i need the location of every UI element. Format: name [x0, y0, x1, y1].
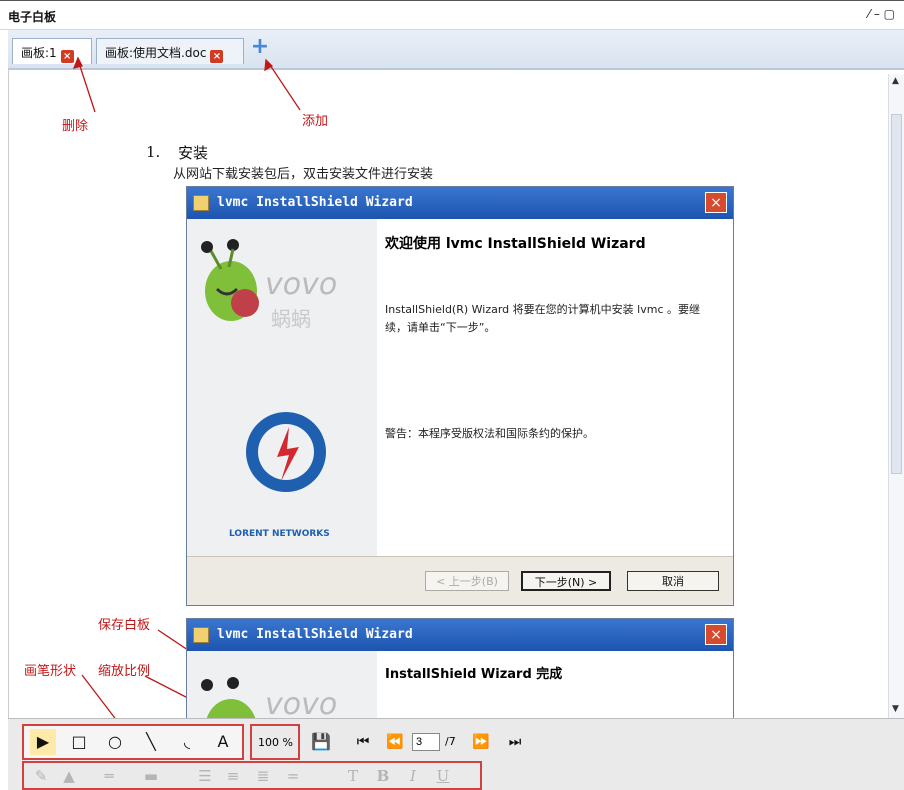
wizard-titlebar: lvmc InstallShield Wizard × [187, 619, 733, 651]
wizard-main-panel: InstallShield Wizard 完成 [377, 651, 733, 718]
company-name: LORENT NETWORKS [229, 529, 330, 539]
zoom-value[interactable]: 100 % [258, 736, 293, 749]
installer-screenshot-1: lvmc InstallShield Wizard × vovo 蜗蜗 LORE… [186, 186, 734, 606]
align-left-icon[interactable]: ☰ [192, 763, 218, 789]
eyedropper-icon[interactable]: ✎ [28, 763, 54, 789]
next-page-icon[interactable]: ⏩ [468, 729, 494, 755]
brand-logo-cn: 蜗蜗 [271, 307, 311, 331]
italic-icon[interactable]: I [400, 763, 426, 789]
wizard-back-button: < 上一步(B) [425, 571, 509, 591]
zoom-group: 100 % [250, 724, 300, 760]
align-center-icon[interactable]: ≡ [220, 763, 246, 789]
wizard-footer: < 上一步(B) 下一步(N) > 取消 [187, 556, 733, 605]
justify-icon[interactable]: = [280, 763, 306, 789]
paragraph: 从网站下载安装包后，双击安装文件进行安装 [173, 167, 434, 182]
underline-icon[interactable]: U [430, 763, 456, 789]
select-arrow-icon[interactable]: ▶ [30, 729, 56, 755]
installer-icon [193, 627, 209, 643]
annotation-save: 保存白板 [98, 618, 151, 633]
wizard-titlebar: lvmc InstallShield Wizard × [187, 187, 733, 219]
ellipse-tool-icon[interactable]: ○ [102, 729, 128, 755]
heading-number: 1. [146, 143, 161, 161]
rectangle-tool-icon[interactable]: □ [66, 729, 92, 755]
text-tool-icon[interactable]: A [210, 729, 236, 755]
bottom-toolbar: ▶ □ ○ ╲ ◟ A 100 % 💾 ⏮ ⏪ /7 ⏩ ⏭ ✎ ▲ ═ ▬ ☰… [8, 718, 904, 790]
annotation-zoom: 缩放比例 [98, 664, 151, 679]
page-number-input[interactable] [412, 733, 440, 751]
annotation-delete: 删除 [62, 119, 89, 134]
annotation-pen-shape: 画笔形状 [24, 664, 77, 679]
wizard-close-icon: × [705, 624, 727, 645]
installer-icon [193, 195, 209, 211]
wizard-side-panel: vovo [187, 651, 377, 718]
company-logo-icon [246, 412, 326, 492]
snail-mascot-icon [201, 677, 256, 718]
line-style-icon[interactable]: ═ [96, 763, 122, 789]
wizard-title: lvmc InstallShield Wizard [217, 627, 413, 642]
curve-tool-icon[interactable]: ◟ [174, 729, 200, 755]
page-total: /7 [445, 735, 456, 748]
pen-shape-group: ▶ □ ○ ╲ ◟ A [22, 724, 244, 760]
wizard-next-button: 下一步(N) > [521, 571, 611, 591]
font-icon[interactable]: T [340, 763, 366, 789]
wizard-welcome: 欢迎使用 lvmc InstallShield Wizard [385, 236, 646, 252]
first-page-icon[interactable]: ⏮ [350, 729, 376, 755]
fill-color-icon[interactable]: ▬ [138, 763, 164, 789]
last-page-icon[interactable]: ⏭ [502, 729, 528, 755]
brand-logo-text: vovo [265, 267, 338, 302]
annotation-add: 添加 [302, 114, 329, 129]
wizard-side-panel: vovo 蜗蜗 LORENT NETWORKS [187, 219, 377, 557]
line-tool-icon[interactable]: ╲ [138, 729, 164, 755]
heading-text: 安装 [178, 144, 209, 162]
wizard-main-panel: 欢迎使用 lvmc InstallShield Wizard InstallSh… [377, 219, 733, 557]
wizard-warning: 警告：本程序受版权法和国际条约的保护。 [385, 427, 594, 440]
installer-screenshot-2: lvmc InstallShield Wizard × vovo Install… [186, 618, 734, 718]
wizard-cancel-button: 取消 [627, 571, 719, 591]
properties-group: ✎ ▲ ═ ▬ ☰ ≡ ≣ = T B I U [22, 761, 482, 790]
wizard-title: lvmc InstallShield Wizard [217, 195, 413, 210]
align-right-icon[interactable]: ≣ [250, 763, 276, 789]
wizard-finish-heading: InstallShield Wizard 完成 [385, 667, 563, 682]
fill-icon[interactable]: ▲ [56, 763, 82, 789]
snail-mascot-icon [201, 239, 259, 321]
brand-logo-text: vovo [265, 687, 338, 718]
wizard-close-icon: × [705, 192, 727, 213]
previous-page-icon[interactable]: ⏪ [382, 729, 408, 755]
save-whiteboard-icon[interactable]: 💾 [308, 729, 334, 755]
wizard-body: InstallShield(R) Wizard 将要在您的计算机中安装 lvmc… [385, 303, 700, 334]
bold-icon[interactable]: B [370, 763, 396, 789]
